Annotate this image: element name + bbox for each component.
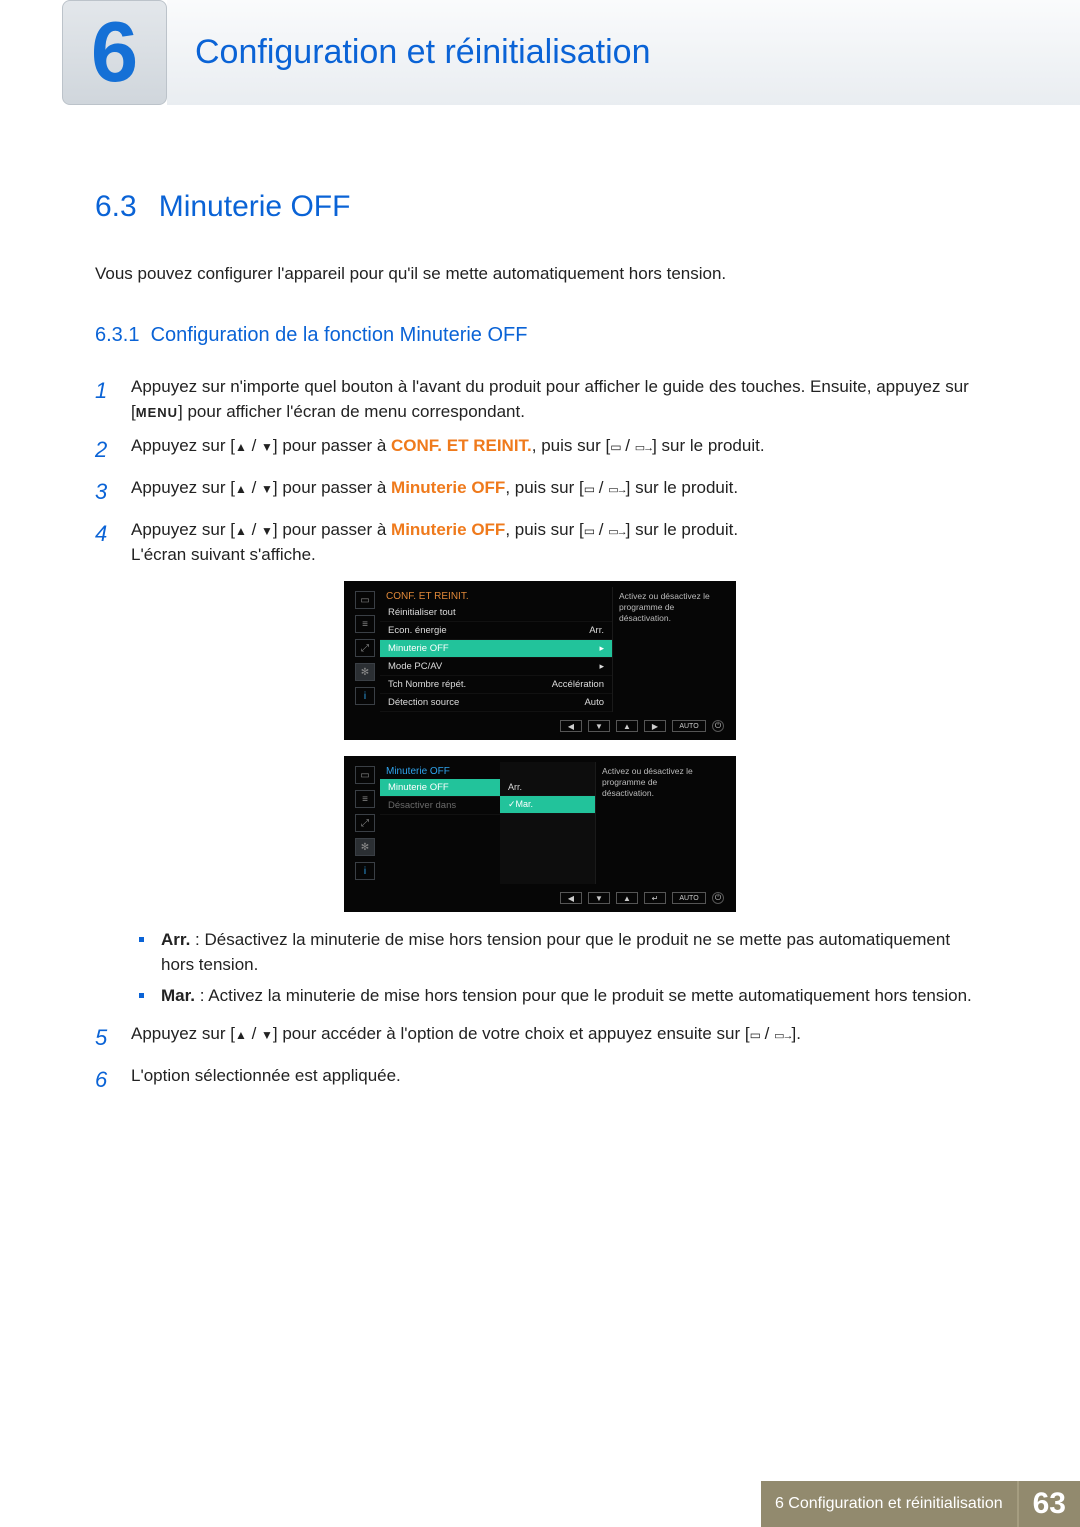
footer-page-number: 63 bbox=[1017, 1481, 1080, 1527]
rect-arrow-icon bbox=[774, 1024, 791, 1043]
nav-up-icon: ▲ bbox=[616, 720, 638, 732]
page-footer: 6 Configuration et réinitialisation 63 bbox=[761, 1481, 1080, 1527]
osd-help-text: Activez ou désactivez le programme de dé… bbox=[595, 762, 713, 884]
monitor-icon: ▭ bbox=[355, 591, 375, 609]
resize-icon: ⤢ bbox=[355, 639, 375, 657]
power-icon: ⏻ bbox=[712, 892, 724, 904]
step-4: 4 Appuyez sur [ / ] pour passer à Minute… bbox=[95, 518, 985, 567]
resize-icon: ⤢ bbox=[355, 814, 375, 832]
rect-icon bbox=[610, 436, 620, 455]
bullet-label: Arr. bbox=[161, 930, 190, 949]
menu-key-label: MENU bbox=[136, 405, 178, 420]
step-3: 3 Appuyez sur [ / ] pour passer à Minute… bbox=[95, 476, 985, 508]
subsection-title: Configuration de la fonction Minuterie O… bbox=[151, 324, 528, 346]
monitor-icon: ▭ bbox=[355, 766, 375, 784]
nav-auto-button: AUTO bbox=[672, 892, 706, 904]
chapter-title: Configuration et réinitialisation bbox=[167, 0, 1080, 105]
gear-icon: ✻ bbox=[355, 838, 375, 856]
osd-screenshot-2: ▭ ≡ ⤢ ✻ i Minuterie OFF Minuterie OFF Dé… bbox=[344, 756, 736, 912]
rect-arrow-icon bbox=[608, 478, 625, 497]
list-icon: ≡ bbox=[355, 615, 375, 633]
osd-title: Minuterie OFF bbox=[380, 762, 500, 779]
chevron-right-icon bbox=[599, 643, 604, 654]
osd-option: Arr. bbox=[500, 779, 595, 796]
osd-option-selected: Mar. bbox=[500, 796, 595, 814]
osd-row: Econ. énergieArr. bbox=[380, 622, 612, 640]
chapter-number-badge: 6 bbox=[62, 0, 167, 105]
triangle-down-icon bbox=[261, 436, 273, 455]
triangle-down-icon bbox=[261, 1024, 273, 1043]
nav-enter-icon: ↵ bbox=[644, 892, 666, 904]
triangle-up-icon bbox=[235, 520, 247, 539]
osd-tab-icons: ▭ ≡ ⤢ ✻ i bbox=[350, 587, 380, 712]
osd-row: Réinitialiser tout bbox=[380, 604, 612, 622]
triangle-up-icon bbox=[235, 436, 247, 455]
nav-down-icon: ▼ bbox=[588, 720, 610, 732]
triangle-up-icon bbox=[235, 478, 247, 497]
power-icon: ⏻ bbox=[712, 720, 724, 732]
highlight-minuterie: Minuterie OFF bbox=[391, 520, 505, 539]
rect-arrow-icon bbox=[608, 520, 625, 539]
osd-row: Détection sourceAuto bbox=[380, 694, 612, 712]
info-icon: i bbox=[355, 862, 375, 880]
gear-icon: ✻ bbox=[355, 663, 375, 681]
step-number: 2 bbox=[95, 434, 113, 466]
osd-row: Mode PC/AV bbox=[380, 658, 612, 676]
osd-tab-icons: ▭ ≡ ⤢ ✻ i bbox=[350, 762, 380, 884]
osd-nav-bar: ◀ ▼ ▲ ▶ AUTO ⏻ bbox=[350, 712, 730, 734]
bullet-label: Mar. bbox=[161, 986, 195, 1005]
step-number: 5 bbox=[95, 1022, 113, 1054]
osd-row-highlighted: Minuterie OFF bbox=[380, 640, 612, 658]
section-number: 6.3 bbox=[95, 190, 137, 223]
chevron-right-icon bbox=[599, 661, 604, 672]
section-intro: Vous pouvez configurer l'appareil pour q… bbox=[95, 264, 985, 284]
step-number: 3 bbox=[95, 476, 113, 508]
osd-help-text: Activez ou désactivez le programme de dé… bbox=[612, 587, 730, 712]
nav-up-icon: ▲ bbox=[616, 892, 638, 904]
rect-arrow-icon bbox=[635, 436, 652, 455]
rect-icon bbox=[750, 1024, 760, 1043]
footer-text: 6 Configuration et réinitialisation bbox=[761, 1481, 1017, 1527]
step-number: 4 bbox=[95, 518, 113, 567]
triangle-down-icon bbox=[261, 478, 273, 497]
step-number: 6 bbox=[95, 1064, 113, 1096]
nav-right-icon: ▶ bbox=[644, 720, 666, 732]
triangle-down-icon bbox=[261, 520, 273, 539]
subsection-heading: 6.3.1 Configuration de la fonction Minut… bbox=[95, 324, 985, 347]
page-header: 6 Configuration et réinitialisation bbox=[0, 0, 1080, 105]
step-2: 2 Appuyez sur [ / ] pour passer à CONF. … bbox=[95, 434, 985, 466]
step-5: 5 Appuyez sur [ / ] pour accéder à l'opt… bbox=[95, 1022, 985, 1054]
osd-nav-bar: ◀ ▼ ▲ ↵ AUTO ⏻ bbox=[350, 884, 730, 906]
bullet-mar: Mar. : Activez la minuterie de mise hors… bbox=[139, 984, 985, 1009]
list-icon: ≡ bbox=[355, 790, 375, 808]
nav-left-icon: ◀ bbox=[560, 720, 582, 732]
rect-icon bbox=[584, 478, 594, 497]
osd-title: CONF. ET REINIT. bbox=[380, 587, 612, 604]
nav-left-icon: ◀ bbox=[560, 892, 582, 904]
step-1: 1 Appuyez sur n'importe quel bouton à l'… bbox=[95, 375, 985, 424]
bullet-arr: Arr. : Désactivez la minuterie de mise h… bbox=[139, 928, 985, 977]
rect-icon bbox=[584, 520, 594, 539]
highlight-conf-reinit: CONF. ET REINIT. bbox=[391, 436, 532, 455]
section-heading: 6.3 Minuterie OFF bbox=[95, 190, 985, 224]
nav-auto-button: AUTO bbox=[672, 720, 706, 732]
osd-submenu: Arr. Mar. bbox=[500, 762, 595, 884]
highlight-minuterie: Minuterie OFF bbox=[391, 478, 505, 497]
step-number: 1 bbox=[95, 375, 113, 424]
section-title: Minuterie OFF bbox=[159, 190, 351, 223]
osd-row-highlighted: Minuterie OFF bbox=[380, 779, 500, 797]
info-icon: i bbox=[355, 687, 375, 705]
osd-row: Tch Nombre répét.Accélération bbox=[380, 676, 612, 694]
subsection-number: 6.3.1 bbox=[95, 324, 139, 346]
osd-screenshot-1: ▭ ≡ ⤢ ✻ i CONF. ET REINIT. Réinitialiser… bbox=[344, 581, 736, 740]
step-6: 6 L'option sélectionnée est appliquée. bbox=[95, 1064, 985, 1096]
osd-row-disabled: Désactiver dans bbox=[380, 797, 500, 815]
triangle-up-icon bbox=[235, 1024, 247, 1043]
nav-down-icon: ▼ bbox=[588, 892, 610, 904]
